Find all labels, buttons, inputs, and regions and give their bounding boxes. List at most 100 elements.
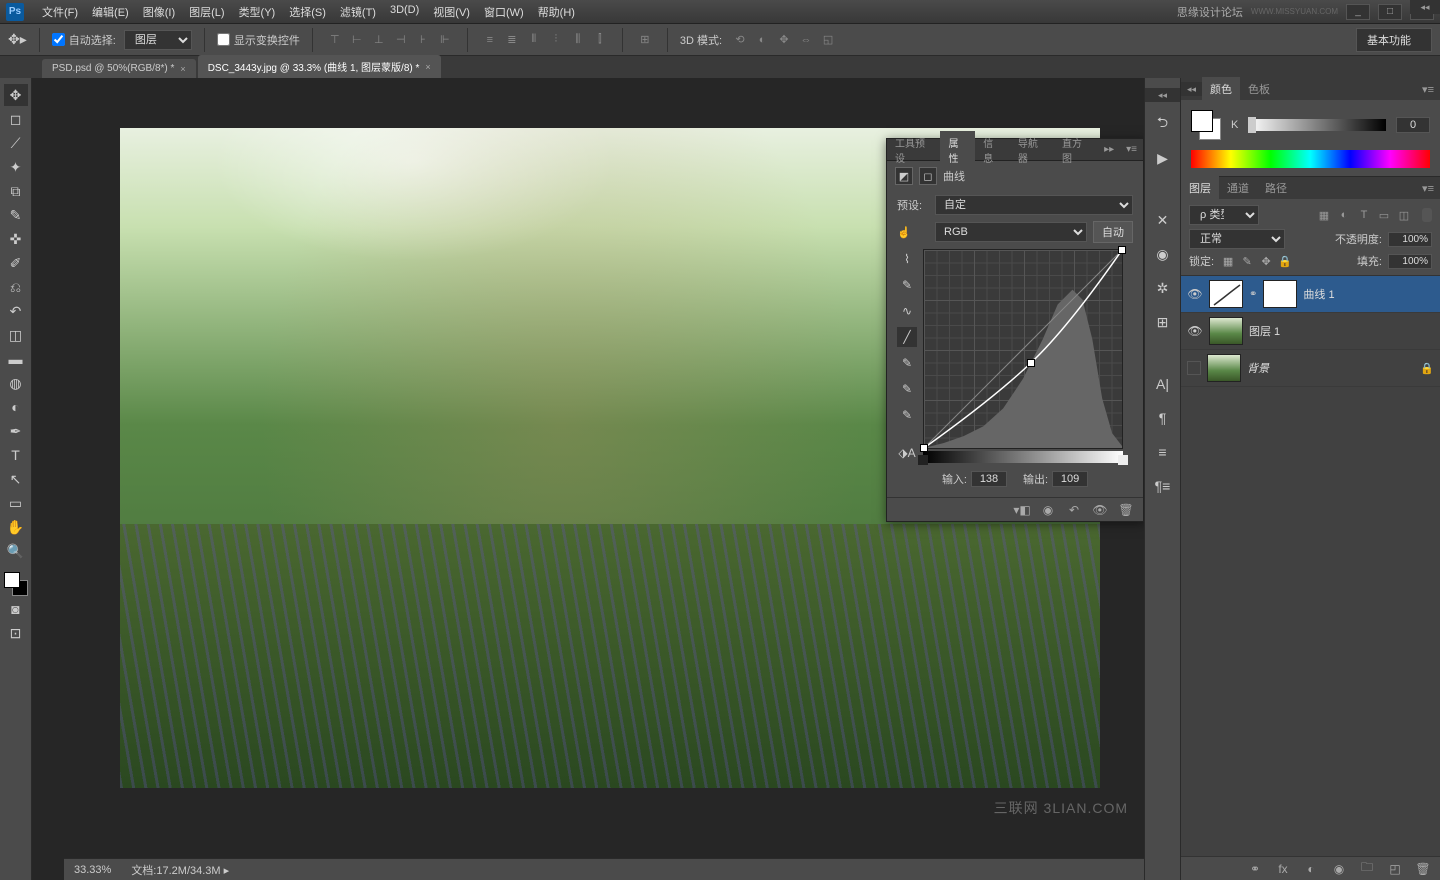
layer-name[interactable]: 曲线 1 [1303,286,1334,302]
3d-pan-icon[interactable]: ✥ [774,30,794,50]
tab-properties[interactable]: 属性 [940,131,975,169]
menu-layer[interactable]: 图层(L) [183,1,230,23]
tab-doc-2[interactable]: DSC_3443y.jpg @ 33.3% (曲线 1, 图层蒙版/8) *× [198,55,441,78]
previous-state-icon[interactable]: ◉ [1039,501,1057,519]
tab-tool-presets[interactable]: 工具预设 [887,131,940,169]
menu-edit[interactable]: 编辑(E) [86,1,135,23]
eraser-tool[interactable]: ◫ [4,324,28,346]
brush-presets-icon[interactable]: ✕ [1151,208,1175,232]
lock-pixels-icon[interactable]: ✎ [1239,253,1255,269]
eyedropper-gray-icon[interactable]: ✎ [897,379,917,399]
layer-name[interactable]: 背景 [1247,360,1269,376]
foreground-color-swatch[interactable] [4,572,20,588]
layer-row[interactable]: 背景 🔒 [1181,350,1440,387]
path-selection-tool[interactable]: ↖ [4,468,28,490]
delete-adjustment-icon[interactable]: 🗑 [1117,501,1135,519]
minimize-button[interactable]: _ [1346,4,1370,20]
link-layers-icon[interactable]: ⚭ [1246,860,1264,878]
arrange-icon[interactable]: ⊞ [635,30,655,50]
color-spectrum[interactable] [1191,150,1430,168]
align-bottom-icon[interactable]: ⊥ [369,30,389,50]
panel-menu-icon[interactable]: ▾≡ [1120,144,1143,155]
opacity-value[interactable] [1388,232,1432,247]
layer-filter-kind[interactable]: ρ 类型 [1189,205,1259,225]
auto-button[interactable]: 自动 [1093,221,1133,243]
align-top-icon[interactable]: ⊤ [325,30,345,50]
workspace-switcher[interactable]: 基本功能 [1356,28,1432,52]
pen-tool[interactable]: ✒ [4,420,28,442]
hand-tool[interactable]: ✋ [4,516,28,538]
layer-style-icon[interactable]: fx [1274,860,1292,878]
align-left-icon[interactable]: ⊣ [391,30,411,50]
layer-thumb[interactable] [1207,354,1241,382]
menu-type[interactable]: 类型(Y) [233,1,282,23]
screen-mode-tool[interactable]: ⊡ [4,622,28,644]
character-icon[interactable]: A| [1151,372,1175,396]
tab-layers[interactable]: 图层 [1181,176,1219,200]
3d-slide-icon[interactable]: ⇔ [796,30,816,50]
dist-3-icon[interactable]: ⫴ [524,30,544,50]
quick-mask-tool[interactable]: ◙ [4,598,28,620]
lock-transparent-icon[interactable]: ▦ [1220,253,1236,269]
healing-brush-tool[interactable]: ✜ [4,228,28,250]
delete-layer-icon[interactable]: 🗑 [1414,860,1432,878]
fill-value[interactable] [1388,254,1432,269]
curves-mask-icon[interactable]: ◻ [919,167,937,185]
history-icon[interactable]: ⮌ [1151,112,1175,136]
cp-swatches[interactable] [1191,110,1221,140]
lasso-tool[interactable]: ⟋ [4,132,28,154]
visibility-icon[interactable] [1187,361,1201,375]
layer-thumb[interactable] [1209,317,1243,345]
adjustment-thumb[interactable] [1209,280,1243,308]
crop-tool[interactable]: ⧉ [4,180,28,202]
clip-to-layer-icon[interactable]: ▾◧ [1013,501,1031,519]
char-styles-icon[interactable]: ≡ [1151,440,1175,464]
layer-row[interactable]: 👁 图层 1 [1181,313,1440,350]
layer-row[interactable]: 👁 ⚭ 曲线 1 [1181,276,1440,313]
canvas-area[interactable]: 三联网 3LIAN.COM 工具预设 属性 信息 导航器 直方图 ▸▸ ▾≡ ◩… [32,78,1144,880]
lock-all-icon[interactable]: 🔒 [1277,253,1293,269]
para-styles-icon[interactable]: ¶≡ [1151,474,1175,498]
color-swatches[interactable] [4,572,28,596]
eyedropper-black-icon[interactable]: ✎ [897,353,917,373]
type-tool[interactable]: T [4,444,28,466]
layer-mask-thumb[interactable] [1263,280,1297,308]
toggle-visibility-icon[interactable]: 👁 [1091,501,1109,519]
3d-orbit-icon[interactable]: ⟲ [730,30,750,50]
brush-settings-icon[interactable]: ◉ [1151,242,1175,266]
new-adjustment-icon[interactable]: ◉ [1330,860,1348,878]
actions-icon[interactable]: ▶ [1151,146,1175,170]
maximize-button[interactable]: □ [1378,4,1402,20]
dist-1-icon[interactable]: ≡ [480,30,500,50]
marquee-tool[interactable]: ◻ [4,108,28,130]
auto-select-checkbox[interactable]: 自动选择: [52,32,116,48]
history-brush-tool[interactable]: ↶ [4,300,28,322]
input-field[interactable] [971,471,1007,487]
close-icon[interactable]: × [180,64,185,74]
k-slider[interactable] [1248,119,1386,131]
tab-channels[interactable]: 通道 [1219,176,1257,200]
move-tool[interactable]: ✥ [4,84,28,106]
filter-adjust-icon[interactable]: ◐ [1336,207,1352,223]
dist-6-icon[interactable]: ⫿ [590,30,610,50]
filter-pixel-icon[interactable]: ▦ [1316,207,1332,223]
visibility-icon[interactable]: 👁 [1187,324,1203,338]
menu-view[interactable]: 视图(V) [427,1,476,23]
dodge-tool[interactable]: ◐ [4,396,28,418]
add-mask-icon[interactable]: ◐ [1302,860,1320,878]
align-right-icon[interactable]: ⊩ [435,30,455,50]
dist-4-icon[interactable]: ⫶ [546,30,566,50]
white-slider[interactable] [1118,455,1128,465]
auto-select-target[interactable]: 图层 [124,30,192,50]
strip-collapse-icon[interactable]: ◂◂ [1145,88,1180,102]
menu-window[interactable]: 窗口(W) [478,1,530,23]
menu-3d[interactable]: 3D(D) [384,1,425,23]
zoom-tool[interactable]: 🔍 [4,540,28,562]
panel-collapse-icon[interactable]: ▸▸ [1098,144,1120,155]
clone-stamp-tool[interactable]: ⎌ [4,276,28,298]
output-field[interactable] [1052,471,1088,487]
eyedropper-tool[interactable]: ✎ [4,204,28,226]
cp-fg-swatch[interactable] [1191,110,1213,132]
close-icon[interactable]: × [425,62,430,72]
tab-paths[interactable]: 路径 [1257,176,1295,200]
